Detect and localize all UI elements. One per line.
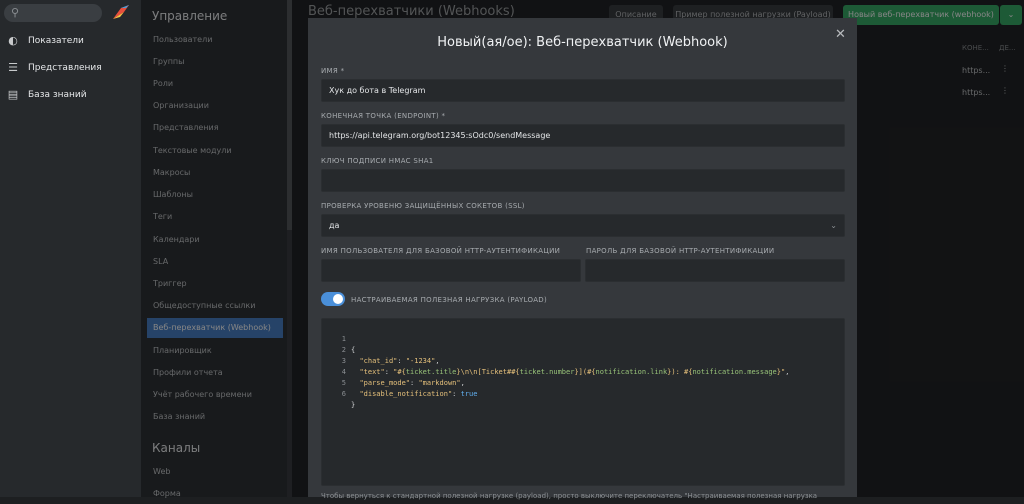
search-input[interactable]: ⚲ [4, 4, 102, 22]
basic-auth-user-label: ИМЯ ПОЛЬЗОВАТЕЛЯ ДЛЯ БАЗОВОЙ HTTP-АУТЕНТ… [321, 247, 561, 255]
nav-item-label: Показатели [28, 36, 84, 46]
name-label: ИМЯ * [321, 67, 345, 75]
nav-item-overviews[interactable]: ☰ Представления [0, 55, 141, 81]
app-logo[interactable] [110, 2, 132, 24]
custom-payload-toggle[interactable] [321, 292, 345, 306]
basic-auth-password-field[interactable] [585, 259, 845, 282]
chevron-down-icon: ⌄ [830, 221, 837, 230]
basic-auth-user-field[interactable] [321, 259, 581, 282]
endpoint-label: КОНЕЧНАЯ ТОЧКА (ENDPOINT) * [321, 112, 446, 120]
modal-title: Новый(ая/ое): Веб-перехватчик (Webhook) [437, 35, 728, 50]
code-line: 5 "disable_notification": true [322, 367, 844, 398]
new-webhook-modal: Новый(ая/ое): Веб-перехватчик (Webhook) … [308, 18, 857, 500]
code-line: 4 "parse_mode": "markdown", [322, 356, 844, 387]
nav-item-label: База знаний [28, 90, 87, 100]
code-line: 6 } [322, 378, 844, 409]
basic-auth-password-label: ПАРОЛЬ ДЛЯ БАЗОВОЙ HTTP-АУТЕНТИФИКАЦИИ [586, 247, 775, 255]
code-text: } [351, 401, 356, 409]
close-icon[interactable]: ✕ [835, 27, 846, 42]
code-line: 3 "text": "#{ticket.title}\n\n[Ticket##{… [322, 345, 844, 376]
line-number: 6 [341, 390, 346, 398]
code-line: 2 "chat_id": "-1234", [322, 334, 844, 365]
payload-help-text: Чтобы вернуться к стандартной полезной н… [321, 492, 818, 500]
nav-item-label: Представления [28, 63, 102, 73]
dashboard-icon: ◐ [8, 34, 18, 47]
list-icon: ☰ [8, 61, 18, 74]
ssl-label: ПРОВЕРКА УРОВЕНЮ ЗАЩИЩЁННЫХ СОКЕТОВ (SSL… [321, 202, 525, 210]
code-line: 1 { [322, 323, 844, 354]
ssl-select-value: да [329, 221, 340, 230]
hmac-label: КЛЮЧ ПОДПИСИ HMAC SHA1 [321, 157, 434, 165]
toggle-knob [333, 294, 343, 304]
name-field[interactable]: Хук до бота в Telegram [321, 79, 845, 102]
main-navigation: ⚲ ◐ Показатели ☰ Представления ▤ База зн… [0, 0, 141, 497]
nav-item-knowledge-base[interactable]: ▤ База знаний [0, 82, 141, 108]
endpoint-field[interactable]: https://api.telegram.org/bot12345:sOdc0/… [321, 124, 845, 147]
custom-payload-label: НАСТРАИВАЕМАЯ ПОЛЕЗНАЯ НАГРУЗКА (PAYLOAD… [351, 296, 548, 304]
ssl-select[interactable]: да ⌄ [321, 214, 845, 237]
payload-code-editor[interactable]: 1 { 2 "chat_id": "-1234", 3 "text": "#{t… [321, 318, 845, 486]
search-icon: ⚲ [11, 6, 20, 19]
nav-item-dashboard[interactable]: ◐ Показатели [0, 28, 141, 54]
hmac-field[interactable] [321, 169, 845, 192]
code-text: "disable_notification": true [359, 390, 478, 398]
book-icon: ▤ [7, 88, 19, 101]
